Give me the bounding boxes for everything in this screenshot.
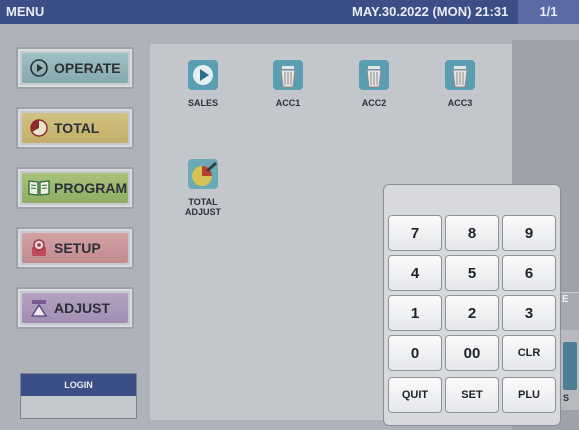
operate-button[interactable]: OPERATE [16,47,134,89]
pie-chart-icon [28,117,50,139]
key-6[interactable]: 6 [502,255,556,291]
scale-icon [28,297,50,319]
acc3-app[interactable]: ACC3 [424,58,496,108]
key-2[interactable]: 2 [445,295,499,331]
operate-label: OPERATE [54,60,121,76]
book-icon [28,177,50,199]
key-0[interactable]: 0 [388,335,442,371]
trash-can-icon [357,58,391,92]
play-circle-icon [28,57,50,79]
key-5[interactable]: 5 [445,255,499,291]
login-label: LOGIN [21,374,136,396]
pie-pen-icon [186,157,220,191]
acc1-label: ACC1 [275,98,301,108]
clear-button[interactable]: CLR [502,335,556,371]
acc2-app[interactable]: ACC2 [338,58,410,108]
play-icon [186,58,220,92]
adjust-label: ADJUST [54,300,111,316]
key-4[interactable]: 4 [388,255,442,291]
hidden-panel-text: S [563,393,570,403]
total-label: TOTAL [54,120,100,136]
sales-app[interactable]: SALES [167,58,239,108]
total-adjust-label: TOTAL ADJUST [184,197,221,217]
acc3-label: ACC3 [447,98,473,108]
page-indicator[interactable]: 1/1 [518,0,579,24]
key-7[interactable]: 7 [388,215,442,251]
program-label: PROGRAM [54,180,128,196]
plu-button[interactable]: PLU [502,377,556,413]
set-button[interactable]: SET [445,377,499,413]
setup-button[interactable]: SETUP [16,227,134,269]
key-00[interactable]: 00 [445,335,499,371]
quit-button[interactable]: QUIT [388,377,442,413]
hidden-panel-letter: E [562,294,569,305]
key-9[interactable]: 9 [502,215,556,251]
key-3[interactable]: 3 [502,295,556,331]
numeric-keypad: 7 8 9 4 5 6 1 2 3 0 00 CLR QUIT SET PLU [383,184,561,426]
program-button[interactable]: PROGRAM [16,167,134,209]
sales-label: SALES [187,98,218,108]
total-button[interactable]: TOTAL [16,107,134,149]
title-bar: MENU MAY.30.2022 (MON) 21:31 1/1 [0,0,579,24]
setup-label: SETUP [54,240,101,256]
acc2-label: ACC2 [361,98,387,108]
gear-icon [28,237,50,259]
acc1-app[interactable]: ACC1 [252,58,324,108]
total-adjust-app[interactable]: TOTAL ADJUST [167,157,239,217]
key-1[interactable]: 1 [388,295,442,331]
menu-title: MENU [6,4,45,19]
key-8[interactable]: 8 [445,215,499,251]
trash-can-icon [271,58,305,92]
trash-can-icon [443,58,477,92]
adjust-button[interactable]: ADJUST [16,287,134,329]
datetime: MAY.30.2022 (MON) 21:31 [352,4,509,19]
login-panel[interactable]: LOGIN [20,373,137,419]
hidden-panel-icon [563,342,577,390]
